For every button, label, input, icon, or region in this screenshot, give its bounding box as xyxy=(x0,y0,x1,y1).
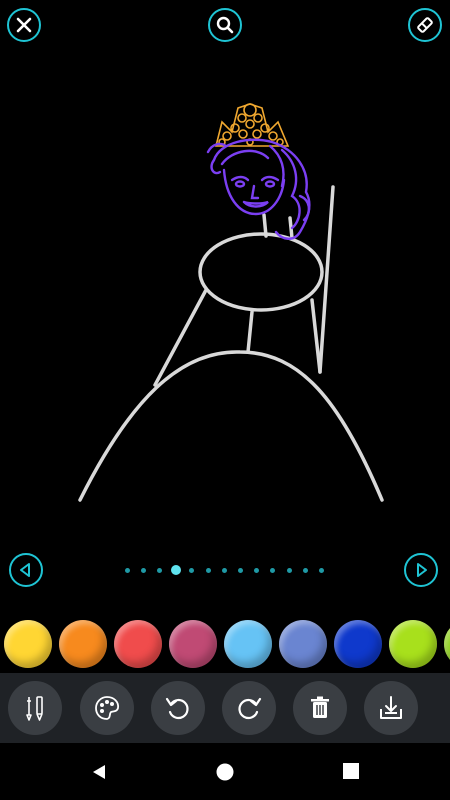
page-dot[interactable] xyxy=(205,567,211,573)
page-dot[interactable] xyxy=(318,567,324,573)
page-dot[interactable] xyxy=(270,567,276,573)
color-swatch[interactable] xyxy=(224,620,272,668)
delete-icon xyxy=(311,696,329,718)
search-icon xyxy=(216,16,234,34)
page-dot[interactable] xyxy=(124,567,130,573)
color-swatch[interactable] xyxy=(59,620,107,668)
color-swatch[interactable] xyxy=(114,620,162,668)
page-dot-active[interactable] xyxy=(170,565,181,575)
color-swatch[interactable] xyxy=(4,620,52,668)
redo-button[interactable] xyxy=(222,681,276,735)
recents-square-icon[interactable] xyxy=(343,763,359,779)
page-dot[interactable] xyxy=(286,567,292,573)
undo-button[interactable] xyxy=(151,681,205,735)
brush-pen-button[interactable] xyxy=(8,681,62,735)
page-dot[interactable] xyxy=(189,567,195,573)
system-navigation-bar xyxy=(0,743,450,800)
color-swatch[interactable] xyxy=(334,620,382,668)
color-swatch[interactable] xyxy=(389,620,437,668)
tool-bar xyxy=(0,673,450,743)
color-palette[interactable] xyxy=(0,614,450,674)
drawing-canvas[interactable] xyxy=(0,60,450,540)
home-circle-icon[interactable] xyxy=(216,763,234,781)
page-dot[interactable] xyxy=(237,567,243,573)
eraser-icon xyxy=(417,17,433,33)
save-button[interactable] xyxy=(364,681,418,735)
page-dot[interactable] xyxy=(254,567,260,573)
page-dot[interactable] xyxy=(140,567,146,573)
delete-button[interactable] xyxy=(293,681,347,735)
redo-icon xyxy=(238,697,262,720)
close-icon xyxy=(16,17,32,33)
palette-button[interactable] xyxy=(80,681,134,735)
search-button[interactable] xyxy=(208,8,242,42)
color-swatch[interactable] xyxy=(279,620,327,668)
page-dot[interactable] xyxy=(221,567,227,573)
dress-outline xyxy=(78,185,384,502)
brush-pen-icon xyxy=(26,696,43,721)
undo-icon xyxy=(165,697,189,720)
color-swatch[interactable] xyxy=(169,620,217,668)
back-triangle-icon[interactable] xyxy=(90,763,108,781)
paint-palette-icon xyxy=(95,696,120,720)
page-dot[interactable] xyxy=(302,567,308,573)
eraser-button[interactable] xyxy=(408,8,442,42)
close-button[interactable] xyxy=(7,8,41,42)
face-and-hair-drawing xyxy=(206,138,311,240)
page-dot[interactable] xyxy=(156,567,162,573)
color-swatch[interactable] xyxy=(444,620,450,668)
page-indicator xyxy=(0,562,450,578)
save-download-icon xyxy=(380,696,402,719)
